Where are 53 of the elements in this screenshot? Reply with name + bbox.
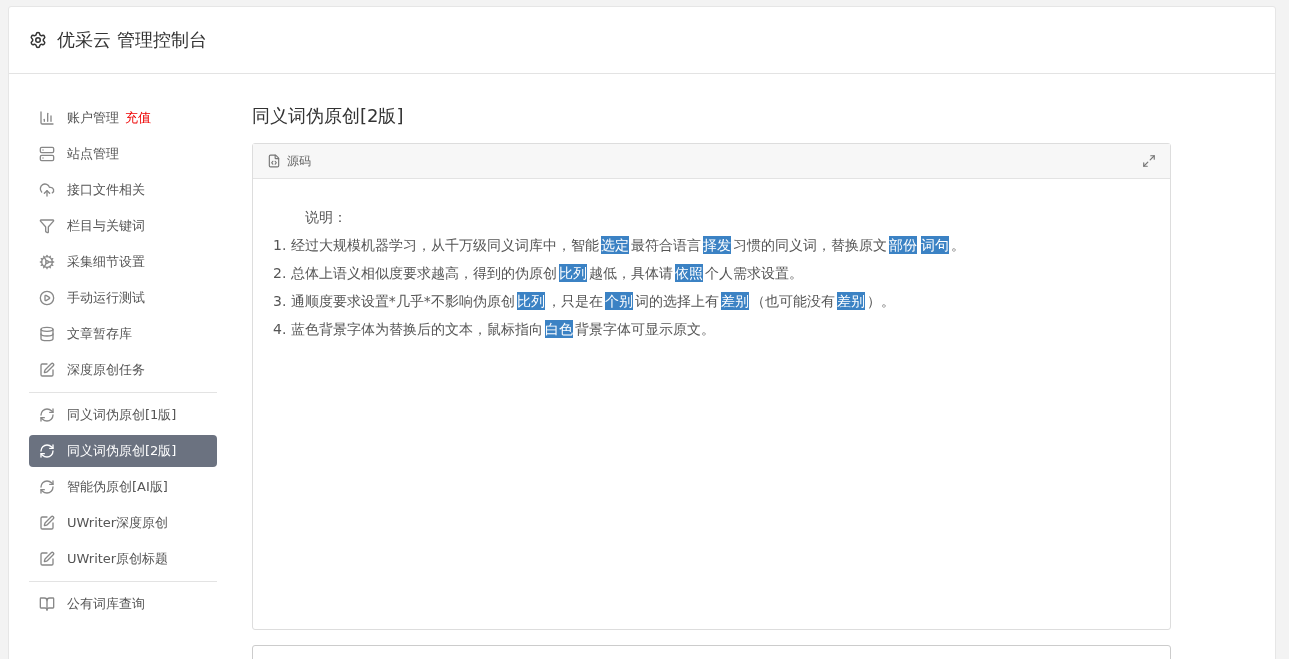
settings-icon	[29, 31, 47, 49]
sidebar-item-label: 接口文件相关	[67, 181, 145, 199]
app-title: 优采云 管理控制台	[57, 28, 207, 52]
sidebar-item-label: UWriter原创标题	[67, 550, 169, 568]
filter-icon	[39, 218, 55, 234]
edit-icon	[39, 362, 55, 378]
editor-text: 说明：	[304, 208, 348, 227]
sidebar-item-label: 账户管理	[67, 109, 119, 127]
page-title: 同义词伪原创[2版]	[252, 104, 405, 128]
sidebar-item-label: UWriter深度原创	[67, 514, 169, 532]
sidebar-item[interactable]: 智能伪原创[AI版]	[29, 471, 217, 503]
bar-chart-icon	[39, 110, 55, 126]
source-button[interactable]: 源码	[287, 152, 311, 170]
fullscreen-icon[interactable]	[1142, 154, 1156, 168]
sidebar-item[interactable]: UWriter深度原创	[29, 507, 217, 539]
sidebar-item-label: 手动运行测试	[67, 289, 145, 307]
database-icon	[39, 326, 55, 342]
sidebar-item-label: 同义词伪原创[1版]	[67, 406, 177, 424]
sidebar-item-label: 公有词库查询	[67, 595, 145, 613]
editor-text: 2. 总体上语义相似度要求越高，得到的伪原创 比列 越低，具体请依照 个人需求设置。	[273, 263, 804, 284]
sidebar-item[interactable]: 站点管理	[29, 138, 217, 170]
book-icon	[39, 596, 55, 612]
sidebar-item[interactable]: 深度原创任务	[29, 354, 217, 386]
sidebar-item[interactable]: 采集细节设置	[29, 246, 217, 278]
sidebar-item-label: 同义词伪原创[2版]	[67, 442, 177, 460]
edit-icon	[39, 515, 55, 531]
sidebar-item-label: 智能伪原创[AI版]	[67, 478, 168, 496]
edit-icon	[39, 551, 55, 567]
sidebar-item[interactable]: 文章暂存库	[29, 318, 217, 350]
sidebar-item-label: 站点管理	[67, 145, 119, 163]
recharge-link[interactable]: 充值	[125, 109, 151, 127]
editor-text: 3. 通顺度要求设置*几乎*不影响伪原创 比列，只是在个别 词的选择上有差别（也可能没有差别）。	[273, 291, 896, 312]
sidebar-item-label: 栏目与关键词	[67, 217, 145, 235]
sidebar-item[interactable]: 同义词伪原创[2版]	[29, 435, 217, 467]
sidebar-item-label: 采集细节设置	[67, 253, 145, 271]
sidebar-item[interactable]: 同义词伪原创[1版]	[29, 399, 217, 431]
server-icon	[39, 146, 55, 162]
editor-text: 4. 蓝色背景字体为替换后的文本，鼠标指向 白色背景字体可显示原文。	[273, 319, 716, 340]
sidebar-item[interactable]: 手动运行测试	[29, 282, 217, 314]
cloud-upload-icon	[39, 182, 55, 198]
editor-text: 1. 经过大规模机器学习，从千万级同义词库中，智能选定 最符合语言择发 习惯的同义词，替换原文 部份 词句。	[273, 235, 966, 256]
sidebar-item-label: 文章暂存库	[67, 325, 132, 343]
sidebar-item[interactable]: 账户管理 充值	[29, 102, 217, 134]
sidebar-item[interactable]: 接口文件相关	[29, 174, 217, 206]
sidebar-item-label: 深度原创任务	[67, 361, 145, 379]
sidebar-item[interactable]: 栏目与关键词	[29, 210, 217, 242]
refresh-icon	[39, 479, 55, 495]
refresh-icon	[39, 407, 55, 423]
source-code-icon[interactable]	[267, 154, 281, 168]
refresh-icon	[39, 443, 55, 459]
play-icon	[39, 290, 55, 306]
sidebar-item[interactable]: 公有词库查询	[29, 588, 217, 620]
sidebar-item[interactable]: UWriter原创标题	[29, 543, 217, 575]
